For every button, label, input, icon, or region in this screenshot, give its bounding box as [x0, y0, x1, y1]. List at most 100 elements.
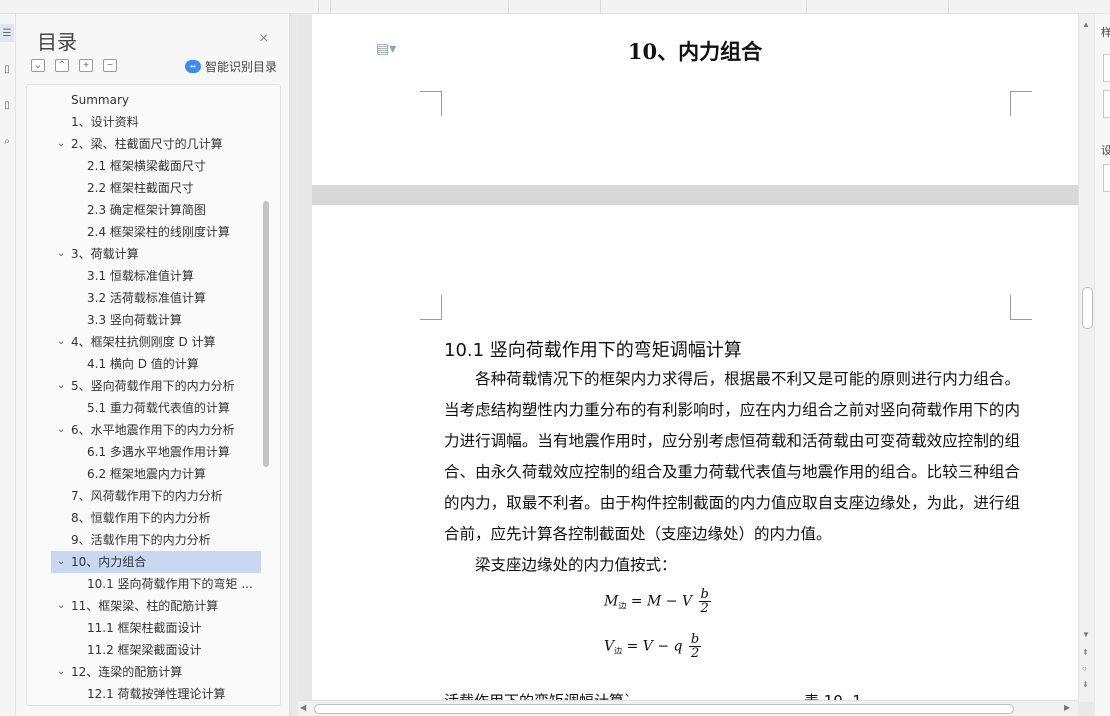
find-icon[interactable]: ⌕ [0, 132, 14, 150]
document-page: ▤▾ 10、内力组合 [312, 14, 1078, 185]
scroll-right-icon[interactable]: ▶ [1064, 703, 1070, 712]
toc-item[interactable]: 12.1 荷载按弹性理论计算 [27, 683, 267, 705]
left-icon-rail: ☰ ▯ ▯ ⌕ [0, 14, 16, 716]
toc-item-label: 6.2 框架地震内力计算 [87, 467, 206, 481]
toc-item-label: Summary [71, 93, 129, 107]
toc-item[interactable]: ⌄ 12、连梁的配筋计算 [27, 661, 267, 683]
toc-item[interactable]: 2.1 框架横梁截面尺寸 [27, 155, 267, 177]
chevron-down-icon[interactable]: ⌄ [57, 133, 65, 155]
toc-item[interactable]: ⌄ 4、框架柱抗侧刚度 D 计算 [27, 331, 267, 353]
margin-mark [1010, 295, 1032, 320]
toc-item[interactable]: 3.2 活荷载标准值计算 [27, 287, 267, 309]
remove-heading-icon[interactable]: − [103, 59, 117, 72]
toc-panel: 目录 × ⌄ ⌃ + − •• 智能识别目录 Summary 1、设计资料 ⌄ 2、梁… [16, 14, 290, 716]
toc-item[interactable]: ⌄ 3、荷载计算 [27, 243, 267, 265]
scroll-up-icon[interactable]: ▲ [1082, 20, 1090, 29]
toc-item[interactable]: 4.1 横向 D 值的计算 [27, 353, 267, 375]
right-panel-field[interactable] [1103, 54, 1110, 82]
select-browse-icon[interactable]: ○ [1082, 664, 1087, 673]
toc-item[interactable]: 5.1 重力荷载代表值的计算 [27, 397, 267, 419]
toc-item-label: 9、活载作用下的内力分析 [71, 533, 211, 547]
toc-item-label: 3.1 恒载标准值计算 [87, 269, 194, 283]
toc-item[interactable]: 10.1 竖向荷载作用下的弯矩 ... [27, 573, 267, 595]
right-panel-field[interactable] [1103, 90, 1110, 118]
chevron-down-icon[interactable]: ⌄ [57, 595, 65, 617]
toc-item[interactable]: 3.3 竖向荷载计算 [27, 309, 267, 331]
ai-icon: •• [185, 60, 201, 73]
toc-item-label: 10、内力组合 [71, 555, 147, 569]
bookmark-icon[interactable]: ▯ [0, 60, 14, 78]
toc-item-label: 12、连梁的配筋计算 [71, 665, 183, 679]
toc-item[interactable]: 2.4 框架梁柱的线刚度计算 [27, 221, 267, 243]
margin-mark [420, 295, 442, 320]
toc-item[interactable]: 2.2 框架柱截面尺寸 [27, 177, 267, 199]
scroll-left-icon[interactable]: ◀ [300, 703, 306, 712]
top-ruler [0, 0, 1110, 14]
toc-item[interactable]: ⌄ 6、水平地震作用下的内力分析 [27, 419, 267, 441]
margin-mark [1010, 91, 1032, 116]
toc-item-label: 11.2 框架梁截面设计 [87, 643, 202, 657]
smart-toc-label: 智能识别目录 [205, 60, 278, 74]
right-properties-panel: 样 设 [1095, 14, 1110, 716]
chevron-down-icon[interactable]: ⌄ [57, 661, 65, 683]
toc-item[interactable]: 11.1 框架柱截面设计 [27, 617, 267, 639]
toc-item-label: 12.1 荷载按弹性理论计算 [87, 687, 226, 701]
paragraph: 梁支座边缘处的内力值按式： [475, 556, 677, 574]
horizontal-scrollbar[interactable]: ◀ ▶ [298, 700, 1078, 716]
toc-item[interactable]: 2.3 确定框架计算简图 [27, 199, 267, 221]
right-panel-field[interactable] [1103, 164, 1110, 192]
chevron-down-icon[interactable]: ⌄ [57, 551, 65, 573]
chevron-down-icon[interactable]: ⌄ [57, 243, 65, 265]
toc-item[interactable]: 7、风荷载作用下的内力分析 [27, 485, 267, 507]
toc-item[interactable]: Summary [27, 89, 267, 111]
page-thumbnail-icon[interactable]: ▯ [0, 96, 14, 114]
toc-item[interactable]: 6.2 框架地震内力计算 [27, 463, 267, 485]
toc-item-label: 2.3 确定框架计算简图 [87, 203, 206, 217]
toc-item-label: 5、竖向荷载作用下的内力分析 [71, 379, 235, 393]
toc-item-label: 5.1 重力荷载代表值的计算 [87, 401, 230, 415]
vertical-scrollbar[interactable]: ▲ ▼ ⇞ ○ ⇟ [1078, 14, 1094, 702]
toc-item[interactable]: 1、设计资料 [27, 111, 267, 133]
toc-item-label: 10.1 竖向荷载作用下的弯矩 ... [87, 577, 253, 591]
chevron-down-icon[interactable]: ⌄ [57, 375, 65, 397]
toc-item[interactable]: ⌄ 2、梁、柱截面尺寸的几计算 [27, 133, 267, 155]
toc-item-label: 11.1 框架柱截面设计 [87, 621, 202, 635]
expand-level-icon[interactable]: ⌃ [55, 59, 69, 72]
prev-page-icon[interactable]: ⇞ [1082, 648, 1089, 657]
right-panel-label: 设 [1101, 145, 1110, 157]
toc-item[interactable]: 11.2 框架梁截面设计 [27, 639, 267, 661]
toc-scrollbar-thumb[interactable] [263, 201, 269, 467]
toc-item-label: 6.1 多遇水平地震作用计算 [87, 445, 230, 459]
chevron-down-icon[interactable]: ⌄ [57, 419, 65, 441]
paragraph: 各种荷载情况下的框架内力求得后，根据最不利又是可能的原则进行内力组合。当考虑结构… [444, 370, 1020, 543]
scroll-down-icon[interactable]: ▼ [1082, 630, 1090, 639]
close-icon[interactable]: × [259, 30, 268, 48]
toc-item-label: 4.1 横向 D 值的计算 [87, 357, 199, 371]
formula-moment: M边 = M − V b2 [604, 587, 711, 616]
toc-item[interactable]: ⌄ 11、框架梁、柱的配筋计算 [27, 595, 267, 617]
toc-list-container: Summary 1、设计资料 ⌄ 2、梁、柱截面尺寸的几计算 2.1 框架横梁截面尺寸 2… [26, 84, 281, 706]
toc-toolbar: ⌄ ⌃ + − [31, 59, 117, 72]
chevron-down-icon[interactable]: ⌄ [57, 331, 65, 353]
body-text: 各种荷载情况下的框架内力求得后，根据最不利又是可能的原则进行内力组合。当考虑结构… [444, 364, 1020, 581]
toc-item-label: 1、设计资料 [71, 115, 139, 129]
collapse-all-icon[interactable]: ⌄ [31, 59, 45, 72]
add-heading-icon[interactable]: + [79, 59, 93, 72]
next-page-icon[interactable]: ⇟ [1082, 680, 1089, 689]
toc-item[interactable]: 9、活载作用下的内力分析 [27, 529, 267, 551]
toc-item[interactable]: 8、恒载作用下的内力分析 [27, 507, 267, 529]
toc-item-label: 2.1 框架横梁截面尺寸 [87, 159, 206, 173]
toc-item[interactable]: ⌄ 10、内力组合 [51, 551, 261, 573]
page-separator [312, 185, 1078, 205]
toc-title: 目录 [37, 30, 77, 54]
toc-item[interactable]: ⌄ 5、竖向荷载作用下的内力分析 [27, 375, 267, 397]
smart-toc-button[interactable]: •• 智能识别目录 [185, 58, 277, 75]
formula-shear: V边 = V − q b2 [604, 632, 702, 661]
toc-toggle-icon[interactable]: ☰ [0, 24, 14, 42]
toc-item-label: 7、风荷载作用下的内力分析 [71, 489, 223, 503]
horizontal-scroll-thumb[interactable] [314, 704, 1014, 714]
toc-item[interactable]: 3.1 恒载标准值计算 [27, 265, 267, 287]
vertical-scroll-thumb[interactable] [1082, 287, 1093, 329]
toc-item-label: 3.2 活荷载标准值计算 [87, 291, 206, 305]
toc-item[interactable]: 6.1 多遇水平地震作用计算 [27, 441, 267, 463]
